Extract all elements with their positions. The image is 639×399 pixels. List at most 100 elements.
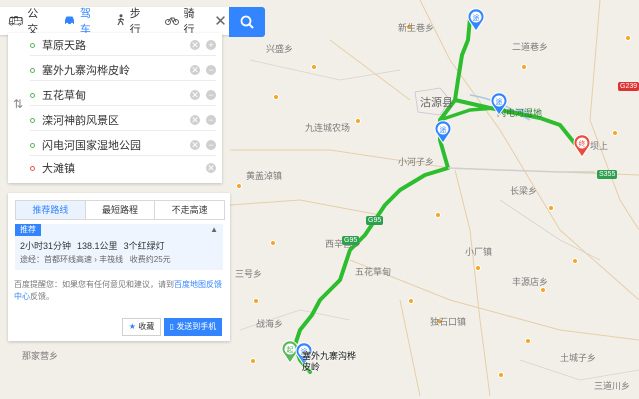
feedback-tip: 百度提醒您：如果您有任何意见和建议，请到百度地图反馈中心反馈。 <box>14 279 226 303</box>
place-label: 三道川乡 <box>594 381 631 391</box>
close-icon[interactable]: ✕ <box>211 12 230 30</box>
place-label: 五花草甸 <box>355 267 392 277</box>
remove-icon[interactable]: ✕ <box>190 65 200 75</box>
start-dot-icon <box>30 42 35 48</box>
end-marker[interactable]: 终 <box>573 134 591 161</box>
waypoint-panel: ⇅ 草原天路 ✕ + 塞外九寨沟桦皮岭 ✕ − 五花草甸 ✕ − 滦河神韵风景区… <box>8 33 222 183</box>
transport-mode-tabs: 🚌︎ 公交 驾车 步行 骑行 ✕ <box>0 7 230 36</box>
tab-shortest[interactable]: 最短路程 <box>86 201 156 219</box>
waypoint-dot-icon <box>30 117 35 123</box>
poi-dot <box>250 358 256 364</box>
poi-dot <box>525 338 531 344</box>
place-label: 那家营乡 <box>22 351 59 361</box>
svg-text:终: 终 <box>579 139 586 148</box>
add-icon[interactable]: − <box>206 140 216 150</box>
poi-dot <box>435 212 441 218</box>
bike-icon <box>165 15 180 27</box>
car-icon <box>63 15 76 28</box>
add-icon[interactable]: − <box>206 90 216 100</box>
route-distance: 138.1公里 <box>77 241 118 251</box>
poi-dot <box>498 372 504 378</box>
road-badge: G95 <box>366 216 384 225</box>
waypoint-dot-icon <box>30 142 35 148</box>
add-icon[interactable]: − <box>206 65 216 75</box>
waypoint-row[interactable]: 闪电河国家湿地公园 ✕ − <box>30 135 216 156</box>
favorite-button[interactable]: ★ 收藏 <box>122 318 161 336</box>
route-via-text: 途经：首都环线高速 › 丰筏线 <box>20 255 124 264</box>
route-panel: 推荐路线 最短路程 不走高速 推荐 ▲ 2小时31分钟 138.1公里 3个红绿… <box>8 193 230 341</box>
waypoint-marker[interactable]: 途 <box>467 8 485 35</box>
place-label: 丰源店乡 <box>512 277 549 287</box>
poi-dot <box>521 64 527 70</box>
waypoint-name: 五花草甸 <box>42 90 86 102</box>
place-label: 土城子乡 <box>560 353 597 363</box>
poi-dot <box>475 265 481 271</box>
waypoint-marker[interactable]: 途 <box>490 92 508 119</box>
svg-text:起: 起 <box>287 346 294 354</box>
remove-icon[interactable]: ✕ <box>206 163 216 173</box>
tip-text: 百度提醒您：如果您有任何意见和建议，请到 <box>14 280 174 289</box>
waypoint-row[interactable]: 草原天路 ✕ + <box>30 35 216 56</box>
phone-icon: ▯ <box>169 322 175 331</box>
waypoint-name: 闪电河国家湿地公园 <box>42 140 141 152</box>
place-label: 小河子乡 <box>398 157 435 167</box>
poi-dot <box>253 298 259 304</box>
waypoint-row[interactable]: 五花草甸 ✕ − <box>30 85 216 106</box>
tab-no-highway[interactable]: 不走高速 <box>155 201 224 219</box>
add-icon[interactable]: + <box>206 40 216 50</box>
waypoint-dot-icon <box>30 67 35 73</box>
chevron-up-icon[interactable]: ▲ <box>210 225 218 234</box>
poi-dot <box>355 118 361 124</box>
search-button[interactable] <box>229 7 265 37</box>
route-toll: 收费约25元 <box>129 255 171 264</box>
route-stats: 2小时31分钟 138.1公里 3个红绿灯 <box>20 239 165 252</box>
walk-icon <box>116 14 126 28</box>
place-label: 九连城农场 <box>305 123 351 133</box>
place-label: 长梁乡 <box>510 186 538 196</box>
place-label: 二道巷乡 <box>512 42 549 52</box>
poi-dot <box>625 35 631 41</box>
remove-icon[interactable]: ✕ <box>190 140 200 150</box>
remove-icon[interactable]: ✕ <box>190 115 200 125</box>
tab-walk[interactable]: 步行 <box>108 7 158 36</box>
remove-icon[interactable]: ✕ <box>190 40 200 50</box>
place-label: 沽源县 <box>420 97 453 109</box>
recommend-badge: 推荐 <box>15 224 41 236</box>
poi-dot <box>572 258 578 264</box>
poi-dot <box>311 64 317 70</box>
waypoint-name: 大滩镇 <box>42 163 75 175</box>
route-duration: 2小时31分钟 <box>20 241 72 251</box>
send-label: 发送到手机 <box>176 322 217 331</box>
place-label: 黄盖淖镇 <box>246 171 283 181</box>
waypoint-name: 滦河神韵风景区 <box>42 115 119 127</box>
poi-dot <box>408 298 414 304</box>
star-icon: ★ <box>128 322 136 331</box>
waypoint-row[interactable]: 大滩镇 ✕ <box>30 158 216 178</box>
favorite-label: 收藏 <box>138 322 155 331</box>
swap-icon[interactable]: ⇅ <box>13 97 23 111</box>
scenic-spot-label: 塞外九寨沟桦皮岭 <box>302 351 357 372</box>
place-label: 独石口镇 <box>430 317 467 327</box>
road-badge: G95 <box>342 236 360 245</box>
waypoint-row[interactable]: 塞外九寨沟桦皮岭 ✕ − <box>30 60 216 81</box>
road-badge: S355 <box>597 170 618 179</box>
recommended-route-card[interactable]: 推荐 ▲ 2小时31分钟 138.1公里 3个红绿灯 途经：首都环线高速 › 丰… <box>15 224 223 270</box>
waypoint-row[interactable]: 滦河神韵风景区 ✕ − <box>30 110 216 131</box>
tab-bus[interactable]: 🚌︎ 公交 <box>0 7 55 36</box>
waypoint-name: 塞外九寨沟桦皮岭 <box>42 65 130 77</box>
place-label: 兴盛乡 <box>266 44 294 54</box>
svg-text:途: 途 <box>496 97 503 106</box>
remove-icon[interactable]: ✕ <box>190 90 200 100</box>
place-label: 战海乡 <box>256 319 284 329</box>
add-icon[interactable]: − <box>206 115 216 125</box>
tab-bike[interactable]: 骑行 <box>157 7 211 36</box>
route-lights: 3个红绿灯 <box>123 241 165 251</box>
svg-text:途: 途 <box>440 125 447 134</box>
send-to-phone-button[interactable]: ▯ 发送到手机 <box>164 318 222 336</box>
place-label: 三号乡 <box>235 269 263 279</box>
tab-drive[interactable]: 驾车 <box>55 7 108 36</box>
tab-recommended[interactable]: 推荐路线 <box>16 201 86 219</box>
waypoint-marker[interactable]: 途 <box>434 120 452 147</box>
poi-dot <box>236 183 242 189</box>
route-via: 途经：首都环线高速 › 丰筏线 收费约25元 <box>20 254 171 265</box>
